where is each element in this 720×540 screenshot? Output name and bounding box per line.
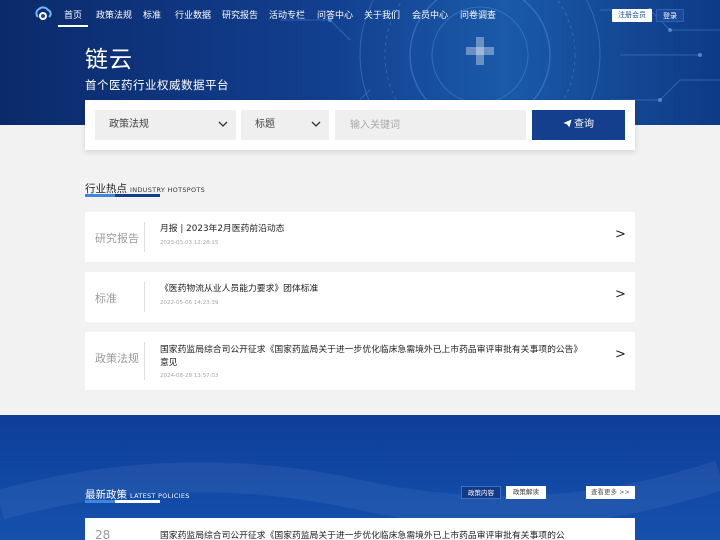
nav-item-policy[interactable]: 政策法规 [96, 10, 132, 22]
card-category: 政策法规 [95, 352, 139, 365]
card-divider [144, 282, 145, 312]
nav-item-industry-data[interactable]: 行业数据 [175, 10, 211, 22]
card-divider [144, 222, 145, 252]
brand-slogan: 首个医药行业权威数据平台 [85, 78, 229, 92]
hotspot-card[interactable]: 研究报告 月报 | 2023年2月医药前沿动态 2023-03-03 12:28… [85, 212, 635, 262]
card-date: 2023-03-03 12:28:15 [160, 240, 219, 246]
chevron-down-icon [218, 121, 228, 127]
tab-policy-content[interactable]: 政策内容 [461, 486, 501, 499]
card-title[interactable]: 《医药物流从业人员能力要求》团体标准 [160, 283, 590, 296]
top-navigation: 首页 政策法规 标准 行业数据 研究报告 活动专栏 问答中心 关于我们 会员中心… [0, 0, 720, 30]
hotspots-subtitle: INDUSTRY HOTSPOTS [130, 186, 206, 194]
login-button[interactable]: 登录 [656, 9, 684, 22]
section-underline-light [85, 194, 115, 197]
nav-item-home[interactable]: 首页 [57, 10, 89, 27]
query-button-label: 查询 [574, 119, 594, 130]
nav-item-about[interactable]: 关于我们 [364, 10, 400, 22]
section-underline-white [115, 500, 160, 503]
card-title[interactable]: 国家药监局综合司公开征求《国家药监局关于进一步优化临床急需境外已上市药品审评审批… [160, 344, 590, 370]
section-underline-dark [115, 194, 160, 197]
card-category: 标准 [95, 292, 117, 305]
nav-item-survey[interactable]: 问卷调查 [460, 10, 496, 22]
nav-item-qa[interactable]: 问答中心 [317, 10, 353, 22]
chevron-right-icon[interactable]: > [615, 227, 626, 242]
keyword-input[interactable] [335, 110, 526, 140]
paper-plane-icon [563, 119, 572, 128]
hotspot-card[interactable]: 政策法规 国家药监局综合司公开征求《国家药监局关于进一步优化临床急需境外已上市药… [85, 332, 635, 390]
view-more-link[interactable]: 查看更多 >> [586, 486, 635, 499]
chevron-right-icon[interactable]: > [615, 287, 626, 302]
policy-day: 28 [95, 528, 111, 540]
nav-item-events[interactable]: 活动专栏 [269, 10, 305, 22]
register-button[interactable]: 注册会员 [612, 9, 652, 22]
nav-item-member[interactable]: 会员中心 [412, 10, 448, 22]
policies-subtitle: LATEST POLICIES [130, 492, 190, 500]
query-button[interactable]: 查询 [532, 110, 625, 140]
category-select-value: 政策法规 [109, 119, 149, 130]
card-title[interactable]: 月报 | 2023年2月医药前沿动态 [160, 223, 590, 236]
policy-card[interactable]: 28 国家药监局综合司公开征求《国家药监局关于进一步优化临床急需境外已上市药品审… [85, 518, 635, 540]
section-underline-light [85, 500, 115, 503]
card-date: 2022-05-06 14:23:39 [160, 300, 219, 306]
nav-item-research[interactable]: 研究报告 [222, 10, 258, 22]
field-select-value: 标题 [255, 119, 275, 130]
card-date: 2024-08-28 13:57:03 [160, 373, 219, 379]
card-category: 研究报告 [95, 232, 139, 245]
chevron-down-icon [311, 121, 321, 127]
field-select[interactable]: 标题 [241, 110, 329, 140]
tab-policy-interpretation[interactable]: 政策解读 [506, 486, 546, 499]
policy-title[interactable]: 国家药监局综合司公开征求《国家药监局关于进一步优化临床急需境外已上市药品审评审批… [160, 528, 590, 540]
cloud-logo-icon[interactable] [34, 5, 52, 23]
category-select[interactable]: 政策法规 [95, 110, 236, 140]
brand-title: 链云 [85, 47, 133, 73]
chevron-right-icon[interactable]: > [615, 347, 626, 362]
hotspot-card[interactable]: 标准 《医药物流从业人员能力要求》团体标准 2022-05-06 14:23:3… [85, 272, 635, 322]
search-panel: 政策法规 标题 查询 [85, 100, 635, 150]
card-divider [144, 342, 145, 380]
nav-item-standard[interactable]: 标准 [143, 10, 161, 22]
